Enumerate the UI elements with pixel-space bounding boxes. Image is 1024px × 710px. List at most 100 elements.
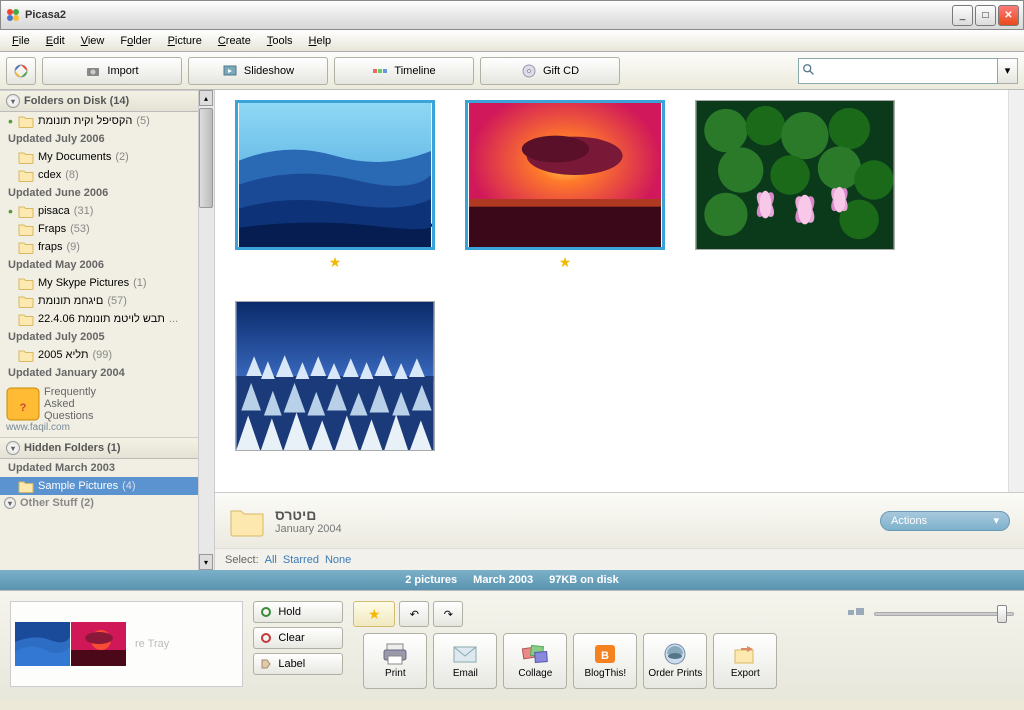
picasa-logo-button[interactable]	[6, 57, 36, 85]
section-header: Updated January 2004	[0, 364, 198, 382]
folder-row[interactable]: fraps (9)	[0, 238, 198, 256]
rotate-cw-button[interactable]: ↷	[433, 601, 463, 627]
content-area: ★★ םיטרס January 2004 Actions▾ Select: A…	[215, 90, 1024, 570]
svg-text:?: ?	[20, 402, 27, 414]
select-starred-link[interactable]: Starred	[283, 554, 319, 566]
camera-icon	[85, 63, 101, 79]
chevron-down-icon: ▾	[993, 514, 999, 527]
section-header: Updated July 2005	[0, 328, 198, 346]
rotate-ccw-button[interactable]: ↶	[399, 601, 429, 627]
menu-picture[interactable]: Picture	[160, 33, 210, 49]
print-button[interactable]: Print	[363, 633, 427, 689]
toolbar: Import Slideshow Timeline Gift CD ▾	[0, 52, 1024, 90]
clear-icon	[260, 632, 272, 644]
tray-thumb[interactable]	[71, 622, 126, 666]
import-button[interactable]: Import	[42, 57, 182, 85]
folder-row[interactable]: 22.4.06 תבש לויטמ תונומת ...	[0, 310, 198, 328]
faq-watermark: ? FrequentlyAskedQuestions www.faqil.com	[6, 386, 192, 433]
menu-file[interactable]: File	[4, 33, 38, 49]
slideshow-button[interactable]: Slideshow	[188, 57, 328, 85]
tray-placeholder: re Tray	[135, 638, 169, 650]
select-label: Select:	[225, 554, 259, 566]
select-all-link[interactable]: All	[265, 554, 277, 566]
menu-tools[interactable]: Tools	[259, 33, 301, 49]
thumbnail[interactable]: ★	[465, 100, 665, 271]
svg-text:B: B	[601, 650, 609, 662]
thumbnail[interactable]: ★	[235, 100, 435, 271]
menu-view[interactable]: View	[73, 33, 113, 49]
star-button[interactable]: ★	[353, 601, 395, 627]
order-prints-button[interactable]: Order Prints	[643, 633, 707, 689]
section-header: Updated July 2006	[0, 130, 198, 148]
folder-row[interactable]: Fraps (53)	[0, 220, 198, 238]
label-button[interactable]: Label	[253, 653, 343, 675]
clear-button[interactable]: Clear	[253, 627, 343, 649]
slider-thumb[interactable]	[997, 605, 1007, 623]
folder-info-bar: םיטרס January 2004 Actions▾	[215, 492, 1024, 548]
menu-folder[interactable]: Folder	[112, 33, 159, 49]
select-none-link[interactable]: None	[325, 554, 351, 566]
hold-button[interactable]: Hold	[253, 601, 343, 623]
status-month: March 2003	[473, 574, 533, 586]
tray-thumb[interactable]	[15, 622, 70, 666]
picture-tray[interactable]: re Tray	[10, 601, 243, 687]
folder-row[interactable]: pisaca (31)	[0, 202, 198, 220]
zoom-slider[interactable]	[874, 612, 1014, 616]
main-area: ▾ Folders on Disk (14) הקסיפל וקית תונומ…	[0, 90, 1024, 570]
folder-icon	[229, 505, 265, 537]
status-pictures: 2 pictures	[405, 574, 457, 586]
collage-button[interactable]: Collage	[503, 633, 567, 689]
section-header: Updated May 2006	[0, 256, 198, 274]
menu-edit[interactable]: Edit	[38, 33, 73, 49]
slideshow-icon	[222, 63, 238, 79]
label-icon	[260, 658, 272, 670]
folder-row[interactable]: תליא 2005 (99)	[0, 346, 198, 364]
thumbnail[interactable]	[235, 301, 435, 451]
search-dropdown-button[interactable]: ▾	[998, 58, 1018, 84]
scroll-up-button[interactable]: ▴	[199, 90, 213, 106]
folder-row[interactable]: Sample Pictures (4)	[0, 477, 198, 495]
timeline-icon	[372, 63, 388, 79]
close-button[interactable]: ✕	[998, 5, 1019, 26]
export-button[interactable]: Export	[713, 633, 777, 689]
scroll-down-button[interactable]: ▾	[199, 554, 213, 570]
chevron-down-icon: ▾	[6, 441, 20, 455]
email-button[interactable]: Email	[433, 633, 497, 689]
sidebar-scrollbar[interactable]: ▴ ▾	[198, 90, 214, 570]
cd-icon	[521, 63, 537, 79]
status-bar: 2 pictures March 2003 97KB on disk	[0, 570, 1024, 590]
search-icon	[802, 63, 816, 77]
tray-area: re Tray Hold Clear Label ★ ↶ ↷ PrintEmai…	[0, 590, 1024, 700]
thumbnail[interactable]	[695, 100, 895, 271]
blogthis--button[interactable]: BBlogThis!	[573, 633, 637, 689]
folders-on-disk-header[interactable]: ▾ Folders on Disk (14)	[0, 90, 198, 112]
status-size: 97KB on disk	[549, 574, 619, 586]
chevron-down-icon: ▾	[6, 94, 20, 108]
folder-row[interactable]: הקסיפל וקית תונומת (5)	[0, 112, 198, 130]
menu-create[interactable]: Create	[210, 33, 259, 49]
tool-strip: ★ ↶ ↷ PrintEmailCollageBBlogThis!Order P…	[353, 601, 1014, 690]
app-icon	[5, 7, 21, 23]
folder-row[interactable]: My Documents (2)	[0, 148, 198, 166]
minimize-button[interactable]: _	[952, 5, 973, 26]
menu-help[interactable]: Help	[301, 33, 340, 49]
folder-row[interactable]: םיגחמ תונומת (57)	[0, 292, 198, 310]
folder-row[interactable]: ▾ Other Stuff (2)	[0, 495, 198, 511]
folder-row[interactable]: My Skype Pictures (1)	[0, 274, 198, 292]
section-header: Updated March 2003	[0, 459, 198, 477]
folder-date: January 2004	[275, 523, 870, 535]
folder-row[interactable]: cdex (8)	[0, 166, 198, 184]
search-input[interactable]	[798, 58, 998, 84]
content-scrollbar[interactable]	[1008, 90, 1024, 492]
hidden-folders-header[interactable]: ▾ Hidden Folders (1)	[0, 437, 198, 459]
star-icon: ★	[368, 606, 381, 623]
actions-button[interactable]: Actions▾	[880, 511, 1010, 531]
maximize-button[interactable]: □	[975, 5, 996, 26]
scroll-thumb[interactable]	[199, 108, 213, 208]
select-bar: Select: All Starred None	[215, 548, 1024, 570]
giftcd-button[interactable]: Gift CD	[480, 57, 620, 85]
timeline-button[interactable]: Timeline	[334, 57, 474, 85]
hold-icon	[260, 606, 272, 618]
thumbnail-grid: ★★	[215, 90, 1008, 492]
window-title: Picasa2	[25, 9, 952, 21]
